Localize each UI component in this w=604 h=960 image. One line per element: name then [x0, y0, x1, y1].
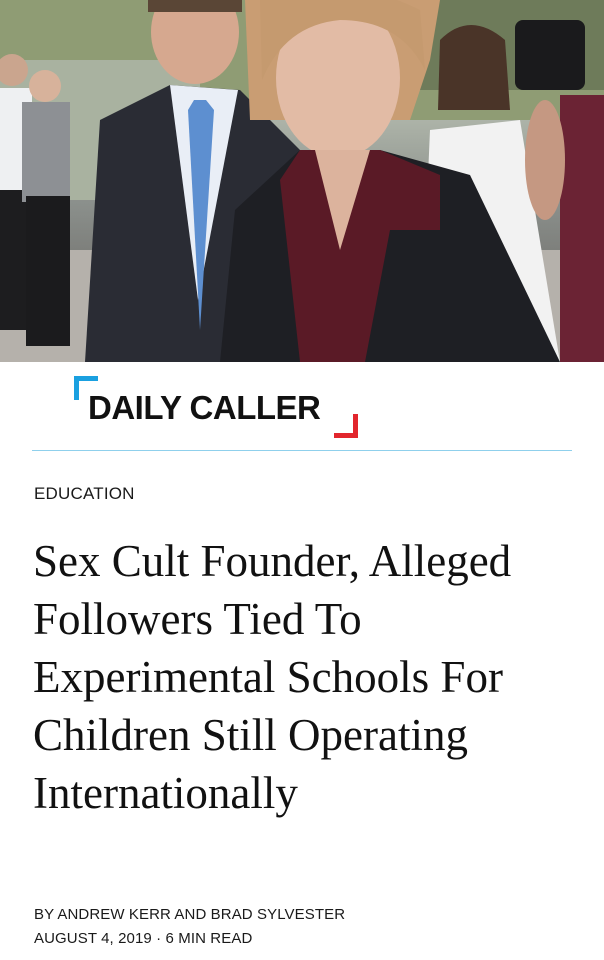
article-date: AUGUST 4, 2019 [34, 930, 152, 947]
article-dateline: AUGUST 4, 2019 · 6 MIN READ [34, 930, 252, 947]
meta-separator: · [156, 930, 162, 947]
article-byline: BY ANDREW KERR AND BRAD SYLVESTER [34, 906, 346, 923]
article-category[interactable]: EDUCATION [34, 484, 135, 504]
logo-wordmark: DAILY CALLER [88, 389, 321, 426]
logo-corner-red-icon [334, 414, 358, 438]
article-read-time: 6 MIN READ [165, 930, 253, 947]
header-divider [32, 450, 572, 451]
hero-photo [0, 0, 604, 362]
hero-photo-illustration [0, 0, 604, 362]
article-headline: Sex Cult Founder, Alleged Followers Tied… [33, 536, 512, 818]
daily-caller-logo[interactable]: DAILY CALLER [74, 376, 358, 438]
